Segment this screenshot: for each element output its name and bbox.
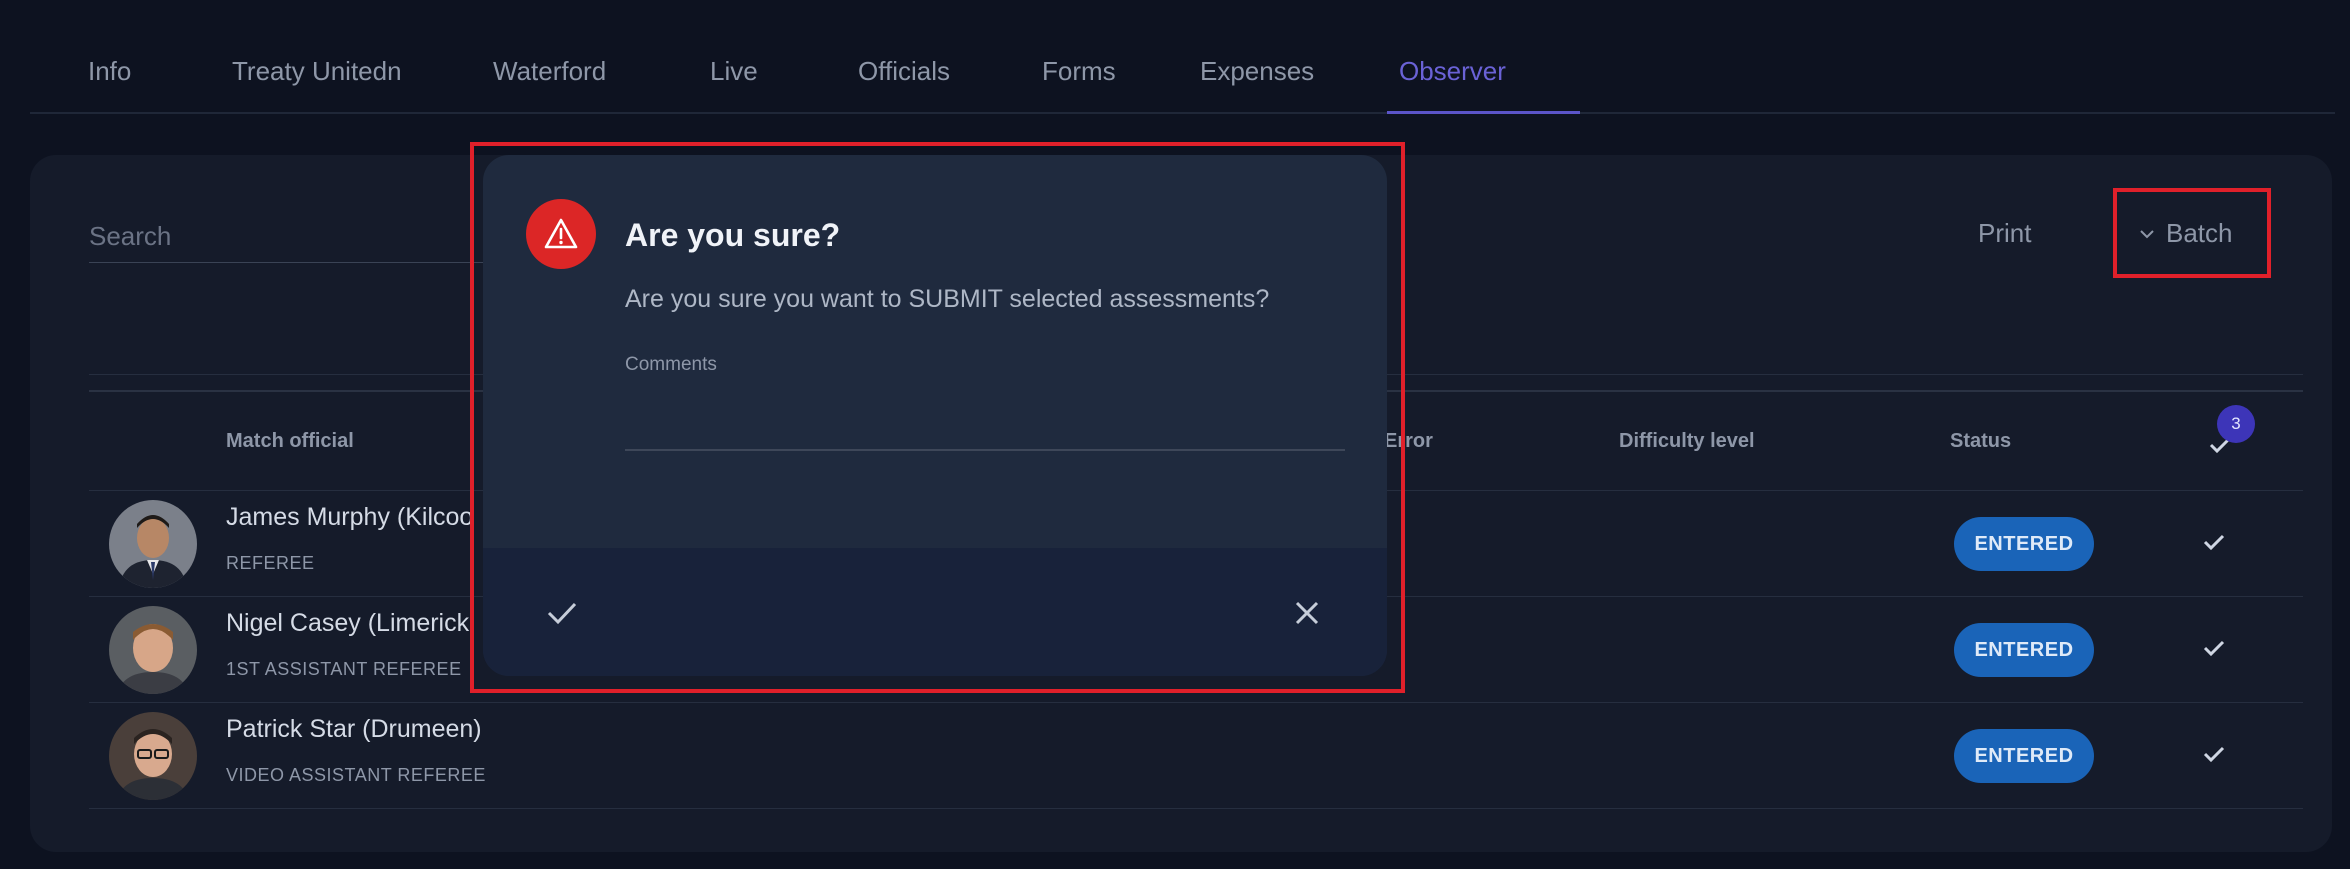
tab-forms[interactable]: Forms — [1042, 56, 1116, 87]
header-match-official[interactable]: Match official — [226, 430, 354, 453]
confirm-dialog: Are you sure? Are you sure you want to S… — [483, 155, 1387, 676]
official-name: James Murphy (Kilcoo — [226, 503, 474, 531]
comments-input[interactable] — [625, 395, 1345, 451]
tab-officials[interactable]: Officials — [858, 56, 950, 87]
tab-expenses[interactable]: Expenses — [1200, 56, 1314, 87]
tab-info[interactable]: Info — [88, 56, 131, 87]
avatar — [109, 606, 197, 694]
comments-label: Comments — [625, 354, 717, 375]
row-divider — [89, 808, 2303, 809]
search-input[interactable]: Search — [89, 215, 509, 263]
chevron-down-icon — [2140, 229, 2154, 238]
dialog-footer — [483, 548, 1387, 676]
batch-button[interactable]: Batch — [2138, 218, 2233, 249]
tab-live[interactable]: Live — [710, 56, 758, 87]
header-difficulty-level[interactable]: Difficulty level — [1619, 430, 1755, 453]
selected-count-badge: 3 — [2217, 405, 2255, 443]
tab-treaty-united[interactable]: Treaty Unitedn — [232, 56, 402, 87]
batch-label: Batch — [2166, 218, 2233, 248]
dialog-message: Are you sure you want to SUBMIT selected… — [625, 285, 1270, 313]
official-role: REFEREE — [226, 553, 315, 573]
tab-observer[interactable]: Observer — [1399, 56, 1506, 87]
tab-bar: Info Treaty Unitedn Waterford Live Offic… — [30, 38, 2335, 114]
row-divider — [89, 702, 2303, 703]
check-icon[interactable] — [2200, 634, 2228, 662]
close-icon[interactable] — [1289, 595, 1325, 631]
official-name: Nigel Casey (Limerick — [226, 609, 470, 637]
status-badge: ENTERED — [1954, 623, 2094, 677]
header-status[interactable]: Status — [1950, 430, 2011, 453]
print-button[interactable]: Print — [1978, 218, 2031, 249]
active-tab-indicator — [1387, 111, 1580, 114]
avatar — [109, 712, 197, 800]
avatar — [109, 500, 197, 588]
status-badge: ENTERED — [1954, 517, 2094, 571]
official-role: 1ST ASSISTANT REFEREE — [226, 659, 462, 679]
check-icon[interactable] — [2200, 740, 2228, 768]
official-role: VIDEO ASSISTANT REFEREE — [226, 765, 486, 785]
confirm-check-icon[interactable] — [542, 593, 582, 633]
check-icon[interactable] — [2200, 528, 2228, 556]
dialog-title: Are you sure? — [625, 217, 841, 253]
status-badge: ENTERED — [1954, 729, 2094, 783]
tab-waterford[interactable]: Waterford — [493, 56, 606, 87]
official-name: Patrick Star (Drumeen) — [226, 715, 482, 743]
warning-icon — [526, 199, 596, 269]
